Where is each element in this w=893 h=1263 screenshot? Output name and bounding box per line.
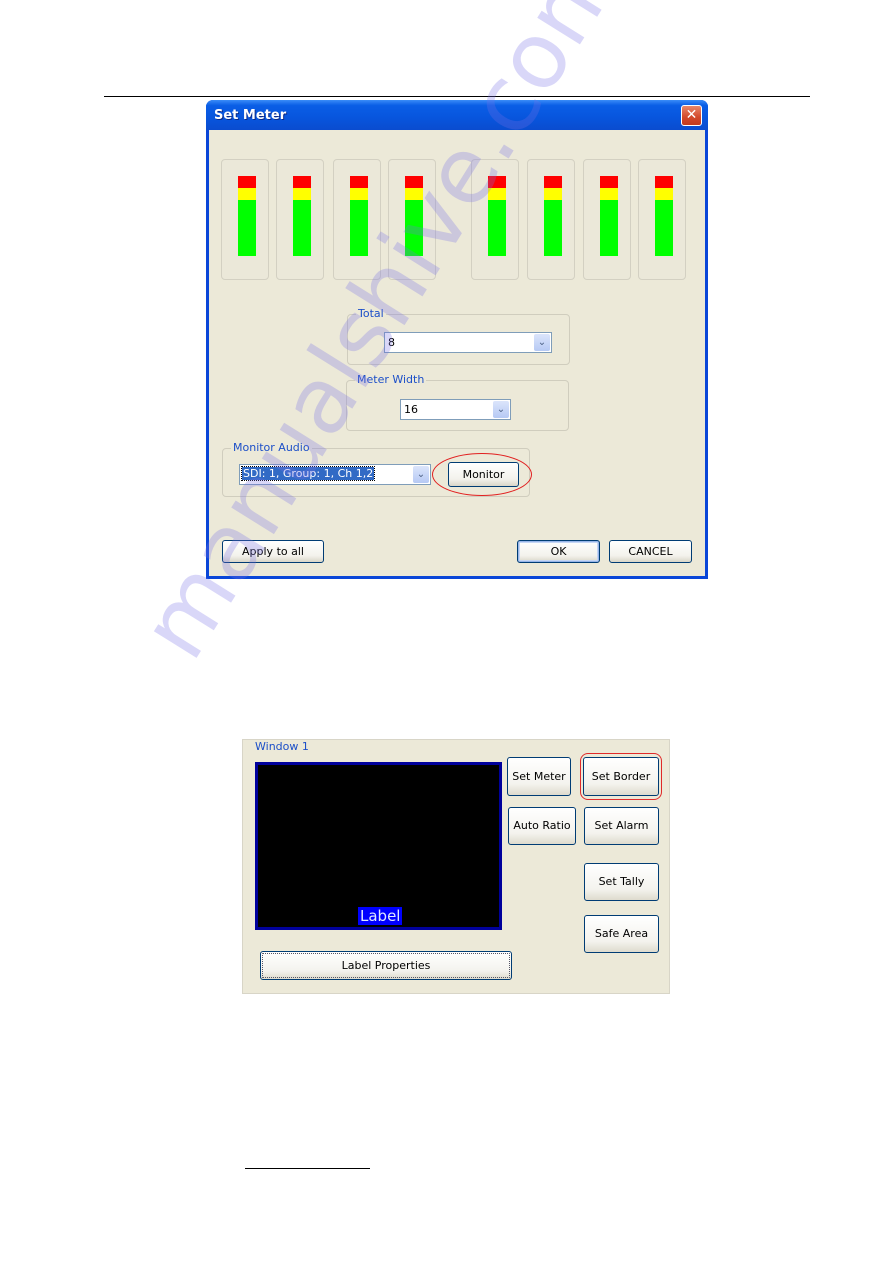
chevron-down-icon[interactable]: ⌄ <box>493 401 509 418</box>
meter-preview <box>276 159 324 280</box>
meter-preview <box>388 159 436 280</box>
meter-preview <box>583 159 631 280</box>
meter-segment-green <box>350 200 368 256</box>
meter-segment-yellow <box>293 188 311 200</box>
meter-width-select[interactable]: 16 ⌄ <box>400 399 511 420</box>
meter-segment-red <box>600 176 618 188</box>
meter-bar <box>350 176 368 256</box>
meter-preview <box>333 159 381 280</box>
meter-segment-yellow <box>655 188 673 200</box>
chevron-down-icon[interactable]: ⌄ <box>534 334 550 351</box>
meter-bar <box>488 176 506 256</box>
auto-ratio-button[interactable]: Auto Ratio <box>508 807 576 845</box>
meter-segment-yellow <box>600 188 618 200</box>
safe-area-button[interactable]: Safe Area <box>584 915 659 953</box>
preview-label: Label <box>358 907 403 925</box>
meter-bar <box>405 176 423 256</box>
meter-segment-red <box>293 176 311 188</box>
dialog-client-area: Total 8 ⌄ Meter Width 16 ⌄ Monitor Audio… <box>209 130 705 576</box>
window-1-panel: Window 1 Label Set Meter Set Border Auto… <box>242 739 670 994</box>
meter-bar <box>600 176 618 256</box>
total-value: 8 <box>388 336 395 349</box>
set-alarm-button[interactable]: Set Alarm <box>584 807 659 845</box>
total-groupbox: Total 8 ⌄ <box>347 307 570 365</box>
meter-segment-green <box>600 200 618 256</box>
dialog-titlebar[interactable]: Set Meter ✕ <box>206 100 708 130</box>
window-panel-title: Window 1 <box>255 740 309 753</box>
meter-segment-red <box>350 176 368 188</box>
meter-bar <box>293 176 311 256</box>
meter-segment-green <box>405 200 423 256</box>
meter-segment-red <box>405 176 423 188</box>
meter-segment-red <box>544 176 562 188</box>
meter-segment-green <box>488 200 506 256</box>
dialog-title: Set Meter <box>214 108 287 123</box>
meter-width-groupbox: Meter Width 16 ⌄ <box>346 373 569 431</box>
page-header-rule <box>104 96 810 97</box>
meter-segment-red <box>488 176 506 188</box>
meter-segment-green <box>655 200 673 256</box>
set-border-button[interactable]: Set Border <box>583 757 659 796</box>
window-preview[interactable]: Label <box>255 762 502 930</box>
meter-preview <box>221 159 269 280</box>
apply-to-all-button[interactable]: Apply to all <box>222 540 324 563</box>
meter-width-value: 16 <box>404 403 418 416</box>
monitor-audio-select[interactable]: SDI: 1, Group: 1, Ch 1,2 ⌄ <box>239 464 431 485</box>
monitor-audio-groupbox: Monitor Audio SDI: 1, Group: 1, Ch 1,2 ⌄… <box>222 441 532 497</box>
footnote-rule <box>245 1168 370 1169</box>
chevron-down-icon[interactable]: ⌄ <box>413 466 429 483</box>
meter-preview <box>638 159 686 280</box>
meter-segment-red <box>655 176 673 188</box>
monitor-button[interactable]: Monitor <box>448 462 519 487</box>
cancel-button[interactable]: CANCEL <box>609 540 692 563</box>
meter-width-label: Meter Width <box>355 373 427 386</box>
meter-bar <box>544 176 562 256</box>
meter-bar <box>655 176 673 256</box>
meter-preview <box>527 159 575 280</box>
meter-segment-yellow <box>405 188 423 200</box>
monitor-audio-label: Monitor Audio <box>231 441 312 454</box>
label-properties-button[interactable]: Label Properties <box>260 951 512 980</box>
meter-segment-yellow <box>544 188 562 200</box>
meter-segment-green <box>238 200 256 256</box>
monitor-audio-value: SDI: 1, Group: 1, Ch 1,2 <box>240 466 376 481</box>
set-meter-button[interactable]: Set Meter <box>507 757 571 796</box>
meter-segment-yellow <box>488 188 506 200</box>
meter-segment-green <box>293 200 311 256</box>
meter-segment-yellow <box>238 188 256 200</box>
set-meter-dialog: Set Meter ✕ Total 8 ⌄ Meter Width 16 ⌄ M… <box>206 100 708 579</box>
meter-segment-red <box>238 176 256 188</box>
total-label: Total <box>356 307 386 320</box>
meter-segment-green <box>544 200 562 256</box>
meter-preview <box>471 159 519 280</box>
close-button[interactable]: ✕ <box>681 105 702 126</box>
close-icon: ✕ <box>685 107 698 123</box>
set-tally-button[interactable]: Set Tally <box>584 863 659 901</box>
meter-bar <box>238 176 256 256</box>
total-select[interactable]: 8 ⌄ <box>384 332 552 353</box>
meter-segment-yellow <box>350 188 368 200</box>
ok-button[interactable]: OK <box>517 540 600 563</box>
